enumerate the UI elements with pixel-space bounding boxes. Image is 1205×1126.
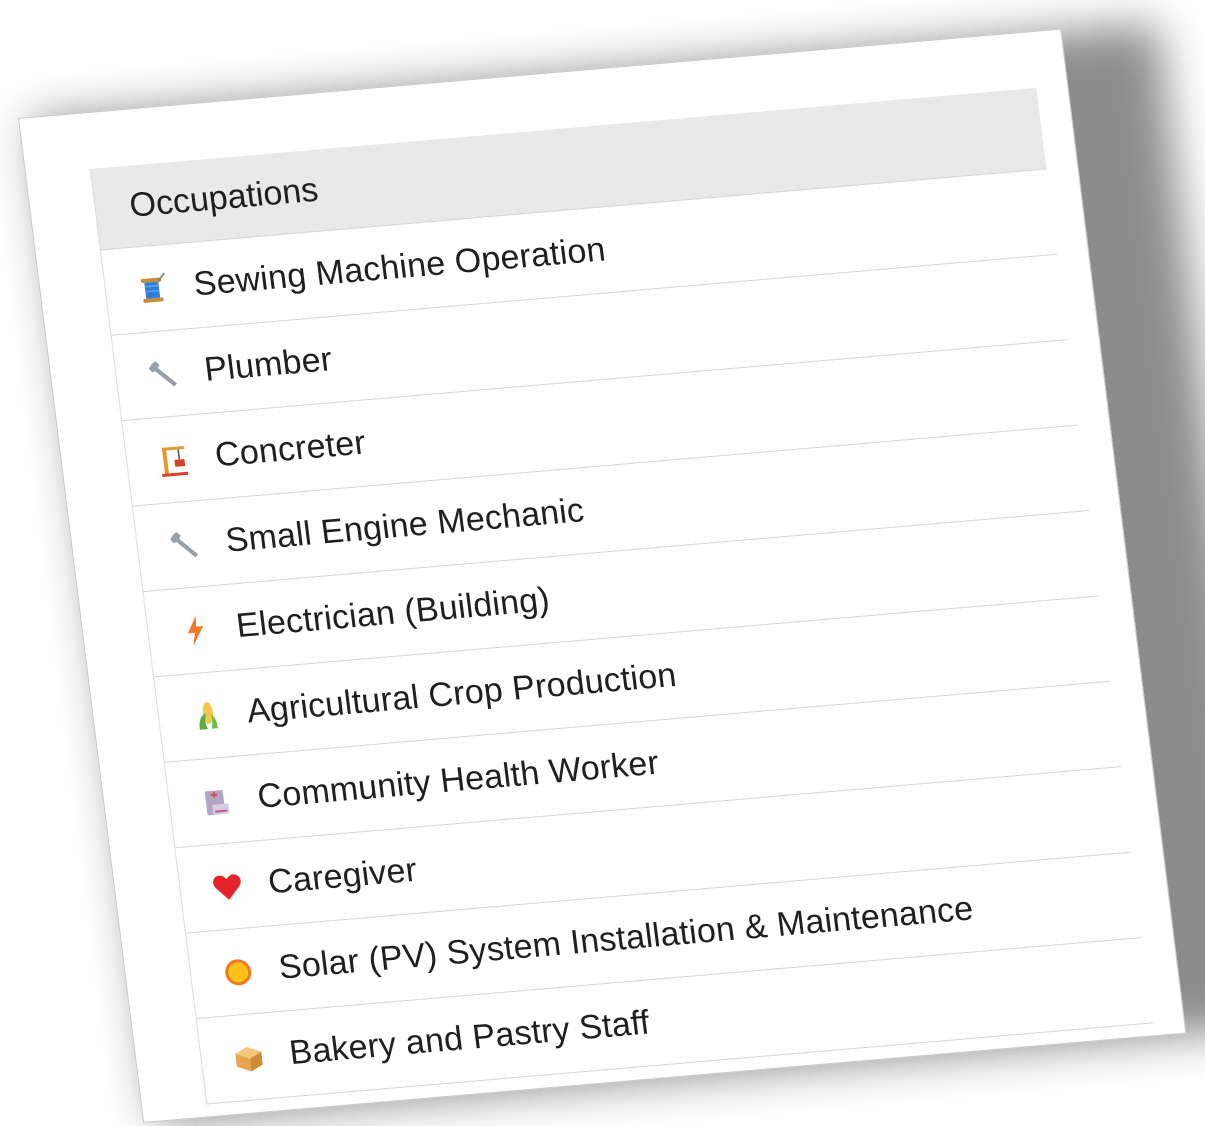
red-heart-icon — [208, 868, 246, 905]
occupations-panel: Occupations Sewing Machine Operation Plu… — [89, 87, 1153, 1105]
occupation-list: Sewing Machine Operation Plumber Concret… — [99, 169, 1153, 1105]
occupation-label: Small Engine Mechanic — [223, 491, 587, 560]
occupation-label: Sewing Machine Operation — [191, 230, 608, 304]
screenshot-stage: Occupations Sewing Machine Operation Plu… — [0, 0, 1205, 1126]
occupation-label: Caregiver — [265, 850, 420, 902]
lightning-bolt-icon — [177, 612, 215, 649]
sun-icon — [219, 953, 257, 990]
clinic-building-icon — [198, 783, 236, 820]
occupations-card: Occupations Sewing Machine Operation Plu… — [18, 28, 1187, 1123]
panel-title: Occupations — [127, 170, 321, 225]
occupation-label: Plumber — [202, 340, 335, 389]
occupation-label: Electrician (Building) — [234, 580, 552, 646]
occupation-label: Community Health Worker — [255, 743, 662, 816]
corn-crop-icon — [187, 697, 225, 734]
bread-box-icon — [230, 1039, 268, 1076]
wrench-icon — [166, 526, 204, 563]
construction-crane-icon — [155, 441, 193, 478]
sewing-spool-icon — [134, 270, 172, 307]
wrench-icon — [145, 356, 183, 393]
occupation-label: Bakery and Pastry Staff — [287, 1003, 652, 1073]
occupation-label: Concreter — [212, 423, 368, 475]
occupation-label: Agricultural Crop Production — [244, 655, 679, 731]
